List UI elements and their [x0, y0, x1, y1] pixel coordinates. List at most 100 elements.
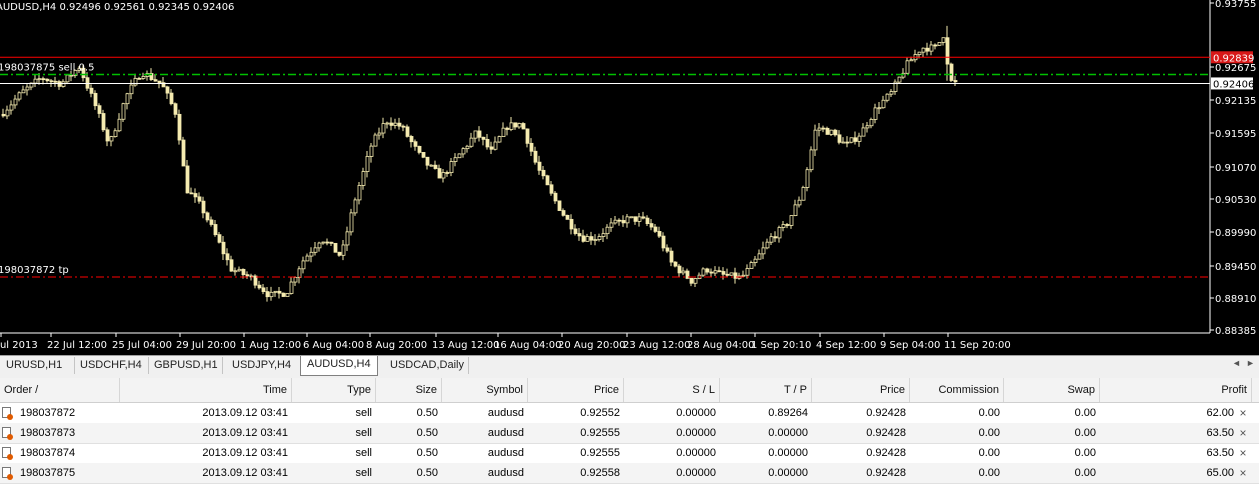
col-open-price[interactable]: Price [528, 378, 624, 402]
candle-body [569, 218, 574, 230]
candle-body [45, 78, 50, 82]
candle-body [593, 239, 598, 241]
candle-body [833, 129, 838, 136]
candle-body [277, 290, 282, 294]
candle-body [289, 281, 294, 294]
close-order-icon[interactable]: × [1236, 423, 1250, 443]
chart-canvas[interactable]: 0.93755 0.92675 0.92135 0.91595 0.91070 0.905… [0, 0, 1259, 355]
candle-body [181, 139, 186, 167]
col-swap[interactable]: Swap [1004, 378, 1100, 402]
col-commission[interactable]: Commission [910, 378, 1004, 402]
cell-tp: 0.00000 [768, 427, 808, 439]
cell-order-id: 198037874 [20, 447, 76, 459]
table-row[interactable]: 198037874 2013.09.12 03:41 sell 0.50 audusd 0… [0, 443, 1259, 464]
candle-body [941, 37, 946, 43]
price-tag-label: 0.92406 [1213, 79, 1254, 90]
candle-body [741, 274, 746, 277]
trade-table: Order / Time Type Size Symbol Price S / … [0, 378, 1259, 484]
candle-body [17, 92, 22, 100]
candle-body [673, 261, 678, 267]
tab-urusd-h1[interactable]: URUSD,H1 [0, 357, 75, 374]
col-profit[interactable]: Profit [1100, 378, 1252, 402]
candle-body [717, 270, 722, 273]
time-tick-label: 29 Jul 20:00 [176, 340, 236, 351]
candle-body [677, 265, 682, 274]
cell-profit: 63.50 [1206, 427, 1234, 439]
col-order[interactable]: Order / [0, 378, 120, 402]
candle-body [885, 93, 890, 101]
scroll-left-arrow-icon[interactable]: ◄ [1232, 358, 1241, 368]
candle-body [581, 235, 586, 242]
price-level-label: 198037872 tp [0, 265, 69, 276]
candle-body [521, 123, 526, 130]
col-type[interactable]: Type [292, 378, 376, 402]
candle-body [209, 219, 214, 225]
candle-body [477, 130, 482, 138]
candle-body [373, 134, 378, 147]
candle-body [845, 141, 850, 144]
candle-body [37, 78, 42, 81]
tab-usdjpy-h4[interactable]: USDJPY,H4 [226, 357, 309, 374]
candle-body [129, 84, 134, 95]
candle-body [873, 107, 878, 120]
candle-body [641, 216, 646, 219]
candle-body [353, 199, 358, 214]
candle-body [213, 224, 218, 236]
table-row[interactable]: 198037872 2013.09.12 03:41 sell 0.50 audusd 0… [0, 403, 1259, 424]
candle-body [637, 216, 642, 222]
col-symbol[interactable]: Symbol [442, 378, 528, 402]
col-size[interactable]: Size [376, 378, 442, 402]
cell-sl: 0.00000 [676, 427, 716, 439]
scroll-right-arrow-icon[interactable]: ► [1246, 358, 1255, 368]
close-order-icon[interactable]: × [1236, 443, 1250, 463]
candle-body [441, 172, 446, 179]
candle-body [953, 80, 958, 83]
candle-body [105, 129, 110, 142]
candle-body [173, 103, 178, 115]
candle-body [657, 231, 662, 237]
tab-gbpusd-h1[interactable]: GBPUSD,H1 [148, 357, 223, 374]
candle-body [605, 226, 610, 235]
candle-body [793, 204, 798, 216]
tab-usdchf-h4[interactable]: USDCHF,H4 [74, 357, 149, 374]
col-sl[interactable]: S / L [624, 378, 720, 402]
cell-current-price: 0.92428 [866, 467, 906, 479]
candle-body [125, 93, 130, 105]
candle-body [669, 250, 674, 263]
close-order-icon[interactable]: × [1236, 463, 1250, 483]
candle-body [41, 78, 46, 81]
candle-body [393, 122, 398, 126]
candle-body [625, 216, 630, 224]
cell-current-price: 0.92428 [866, 407, 906, 419]
candle-body [245, 274, 250, 277]
candle-body [369, 145, 374, 157]
tab-audusd-h4[interactable]: AUDUSD,H4 [300, 356, 378, 376]
candle-body [613, 219, 618, 224]
candle-body [505, 127, 510, 130]
col-tp[interactable]: T / P [720, 378, 812, 402]
candle-body [865, 125, 870, 129]
table-row[interactable]: 198037875 2013.09.12 03:41 sell 0.50 audusd 0… [0, 463, 1259, 484]
cell-sl: 0.00000 [676, 467, 716, 479]
col-current-price[interactable]: Price [812, 378, 910, 402]
candle-body [801, 187, 806, 201]
order-icon [2, 467, 13, 480]
cell-size: 0.50 [416, 447, 438, 459]
table-row[interactable]: 198037873 2013.09.12 03:41 sell 0.50 audusd 0… [0, 423, 1259, 444]
candle-body [705, 268, 710, 273]
price-chart[interactable]: 0.93755 0.92675 0.92135 0.91595 0.91070 0.905… [0, 0, 1259, 355]
candle-body [797, 199, 802, 206]
cell-current-price: 0.92428 [866, 427, 906, 439]
candle-body [65, 74, 70, 83]
col-time[interactable]: Time [120, 378, 292, 402]
tab-usdcad-daily[interactable]: USDCAD,Daily [384, 357, 469, 374]
candle-body [101, 113, 106, 131]
candle-body [229, 259, 234, 272]
candle-body [905, 60, 910, 74]
candle-body [585, 236, 590, 242]
candle-body [285, 293, 290, 297]
close-order-icon[interactable]: × [1236, 403, 1250, 423]
candle-body [177, 113, 182, 141]
candle-body [169, 92, 174, 105]
candle-body [433, 164, 438, 169]
